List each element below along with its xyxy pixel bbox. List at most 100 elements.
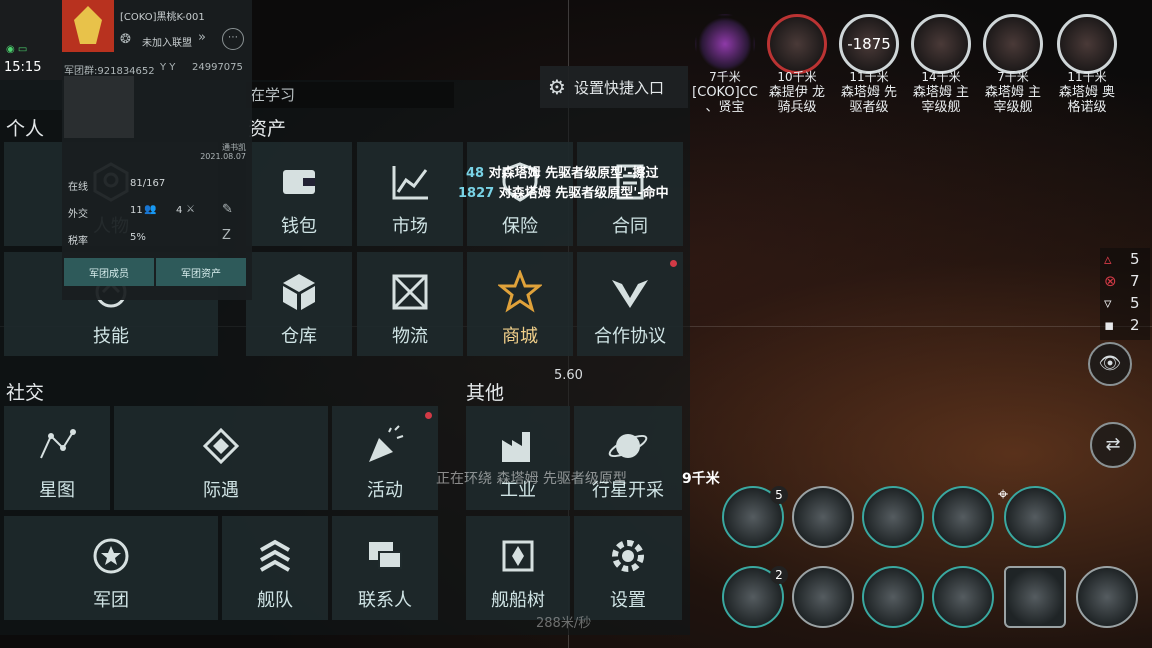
tile-label: 舰队 — [257, 590, 293, 611]
corporation-emblem-icon — [93, 538, 129, 574]
target-lock-icon: ⊗ — [1104, 272, 1117, 290]
cooperation-wings-icon — [612, 280, 648, 308]
logistics-icon — [392, 274, 428, 310]
tile-label: 合同 — [612, 216, 648, 237]
module-count: 2 — [770, 566, 788, 584]
tile-wallet[interactable]: 钱包 — [246, 142, 352, 246]
afterburner-module-icon[interactable] — [932, 566, 994, 628]
tile-label: 技能 — [93, 326, 129, 347]
cargo-icon: ▪ — [1104, 316, 1115, 334]
tile-encounter[interactable]: 际遇 — [114, 406, 328, 510]
section-social: 社交 — [6, 382, 45, 404]
module-count: 5 — [770, 486, 788, 504]
tile-events[interactable]: 活动 — [332, 406, 438, 510]
shield-module-icon[interactable] — [792, 566, 854, 628]
swap-icon[interactable]: ⇄ — [1090, 422, 1136, 468]
target-icon[interactable]: 11千米 森塔姆 奥 格诺级 — [1052, 14, 1122, 115]
tile-label: 军团 — [93, 590, 129, 611]
clock: 15:15 — [4, 60, 42, 75]
tile-corporation[interactable]: 军团 — [4, 516, 218, 620]
tile-starmap[interactable]: 星图 — [4, 406, 110, 510]
alliance-status: 未加入联盟 — [142, 38, 192, 49]
tile-label: 商城 — [502, 326, 538, 347]
target-icon[interactable]: 14千米 森塔姆 主 宰级舰 — [906, 14, 976, 115]
diplomacy-friends: 11 — [130, 205, 143, 216]
ammo-module-icon[interactable] — [862, 486, 924, 548]
repair-kit-icon[interactable] — [1004, 566, 1066, 628]
quick-entry-label: 设置快捷入口 — [573, 78, 664, 97]
hardener-module-icon[interactable] — [1076, 566, 1138, 628]
tile-label: 钱包 — [281, 216, 317, 237]
tile-label: 际遇 — [203, 480, 239, 501]
target-icon[interactable]: 7千米 森塔姆 主 宰级舰 — [978, 14, 1048, 115]
quick-entry-button[interactable]: ⚙ 设置快捷入口 — [540, 66, 688, 108]
tile-ship-tree[interactable]: 舰船树 — [466, 516, 570, 620]
speed-readout: 5.60 — [554, 368, 583, 383]
chat-bubble-icon — [369, 542, 402, 569]
hostile-icon: ▵ — [1104, 250, 1112, 268]
target-icon[interactable]: -1875 11千米 森塔姆 先 驱者级 — [834, 14, 904, 115]
group-id: 军团群:921834652 — [64, 66, 155, 77]
planet-icon — [608, 434, 648, 458]
tile-warehouse[interactable]: 仓库 — [246, 252, 352, 356]
corp-tag: [COKO]黑桃K-001 — [120, 12, 205, 23]
ship-tree-icon — [502, 540, 534, 572]
party-popper-icon — [369, 425, 404, 462]
drone-icon: ▿ — [1104, 294, 1112, 312]
eye-icon[interactable]: 👁 — [1088, 342, 1132, 386]
tile-label: 保险 — [502, 216, 538, 237]
chevron-right-icon[interactable]: » — [198, 30, 206, 45]
tile-planet-mining[interactable]: 行星开采 — [574, 406, 682, 510]
armor-module-icon[interactable] — [862, 566, 924, 628]
tile-label: 物流 — [392, 326, 428, 347]
tile-industry[interactable]: 工业 — [466, 406, 570, 510]
gear-icon — [612, 540, 644, 572]
factory-icon — [502, 432, 530, 462]
chevrons-icon — [260, 539, 290, 572]
target-icon[interactable]: 10千米 森提伊 龙 骑兵级 — [762, 14, 832, 115]
combat-log-entry: 1827 对森塔姆 先驱者级原型'-命中 — [458, 186, 669, 201]
tile-cooperation[interactable]: 合作协议 — [577, 252, 683, 356]
corp-members-button[interactable]: 军团成员 — [64, 258, 154, 286]
tile-market[interactable]: 市场 — [357, 142, 463, 246]
tile-fleet[interactable]: 舰队 — [222, 516, 328, 620]
tile-label: 合作协议 — [594, 326, 666, 347]
tile-label: 仓库 — [281, 326, 317, 347]
ship-image — [64, 76, 134, 138]
target-icon[interactable]: 7千米 [COKO]CC 、贤宝 — [690, 14, 760, 115]
tile-label: 设置 — [610, 590, 646, 611]
weapon-module-icon[interactable] — [1004, 486, 1066, 548]
section-personal: 个人 — [6, 118, 45, 140]
crossed-swords-icon: ⚔ — [186, 204, 195, 215]
warp-status: 正在环绕 森塔姆 先驱者级原型 — [436, 471, 627, 487]
tile-contacts[interactable]: 联系人 — [332, 516, 438, 620]
tax-edit-icon[interactable]: Z — [222, 228, 231, 243]
online-value: 81/167 — [130, 178, 166, 189]
online-label: 在线 — [68, 182, 88, 193]
diplomacy-enemies: 4 — [176, 205, 183, 216]
wifi-icon: ◉ ▭ — [6, 44, 28, 55]
tile-label: 市场 — [392, 216, 428, 237]
tile-label: 联系人 — [358, 590, 412, 611]
edit-icon[interactable]: ✎ — [222, 202, 233, 217]
tax-label: 税率 — [68, 236, 88, 247]
more-icon[interactable]: ⋯ — [222, 28, 244, 50]
combat-log-entry: 48 对森塔姆 先驱者级原型'-擦过 — [466, 166, 659, 181]
alliance-icon: ❂ — [120, 32, 131, 47]
diplomacy-label: 外交 — [68, 209, 88, 220]
tile-label: 舰船树 — [491, 590, 545, 611]
tile-logistics[interactable]: 物流 — [357, 252, 463, 356]
corp-assets-button[interactable]: 军团资产 — [156, 258, 246, 286]
section-assets: 资产 — [248, 118, 287, 140]
speed-label: 288米/秒 — [536, 616, 592, 631]
founded-date: 2021.08.07 — [200, 152, 246, 161]
coord-value: 24997075 — [192, 62, 243, 73]
ammo-module-icon[interactable] — [932, 486, 994, 548]
corp-logo — [62, 0, 114, 52]
notification-dot — [425, 412, 432, 419]
tile-shop[interactable]: 商城 — [467, 252, 573, 356]
ammo-module-icon[interactable] — [792, 486, 854, 548]
section-other: 其他 — [466, 382, 505, 404]
tile-settings[interactable]: 设置 — [574, 516, 682, 620]
learning-header: 在学习 — [246, 82, 454, 108]
